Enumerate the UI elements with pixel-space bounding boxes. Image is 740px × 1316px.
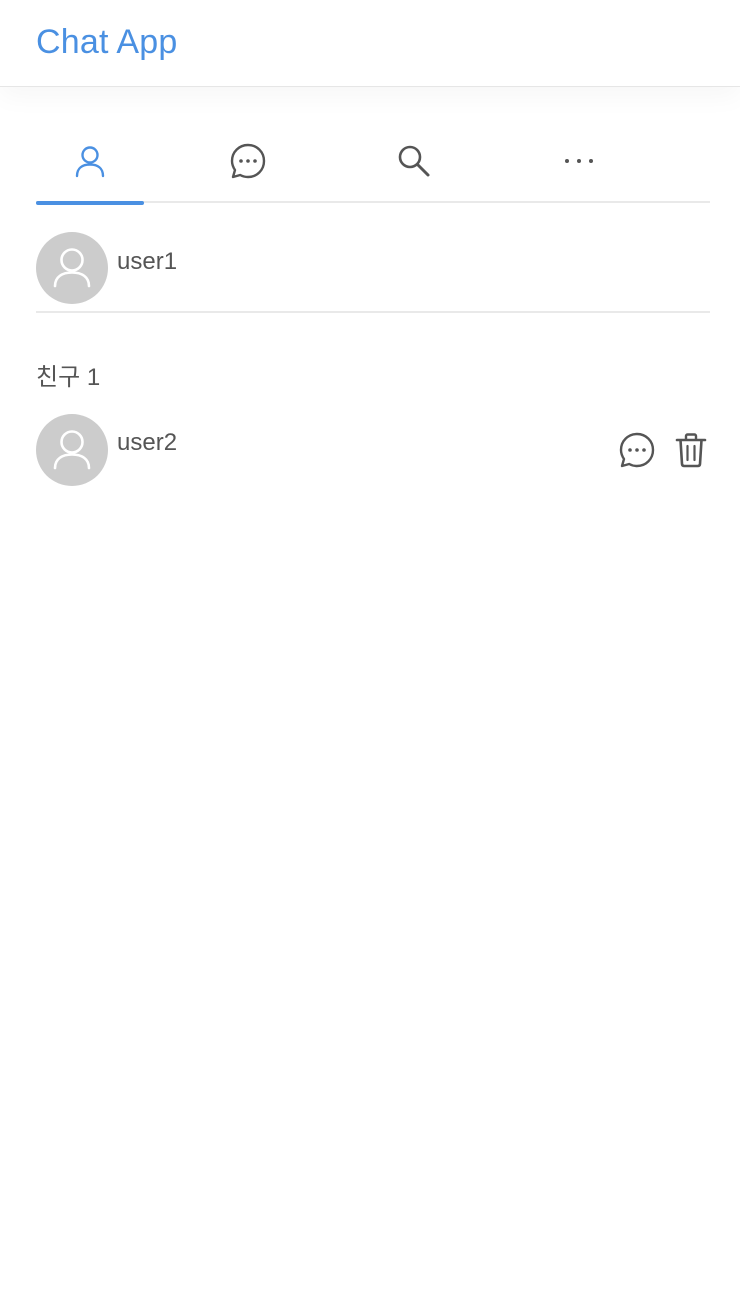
more-icon bbox=[565, 158, 593, 163]
person-icon bbox=[53, 248, 91, 288]
search-icon bbox=[398, 145, 430, 176]
avatar bbox=[36, 232, 108, 304]
tab-search[interactable] bbox=[360, 118, 468, 203]
tab-friends[interactable] bbox=[36, 118, 144, 205]
tab-more[interactable] bbox=[525, 118, 633, 203]
app-header: Chat App bbox=[0, 0, 740, 87]
avatar bbox=[36, 414, 108, 486]
app-title: Chat App bbox=[36, 23, 178, 61]
trash-icon bbox=[675, 433, 707, 468]
chat-bubble-icon bbox=[230, 143, 266, 178]
profile-username: user1 bbox=[117, 248, 178, 275]
person-icon bbox=[53, 430, 91, 470]
delete-friend-button[interactable] bbox=[670, 429, 712, 471]
chat-with-friend-button[interactable] bbox=[616, 429, 658, 471]
chat-bubble-icon bbox=[619, 432, 655, 468]
friend-username: user2 bbox=[117, 429, 178, 456]
divider bbox=[36, 311, 710, 313]
tab-chats[interactable] bbox=[194, 118, 302, 203]
tab-bar bbox=[36, 118, 710, 205]
friends-section-label: 친구 1 bbox=[36, 364, 101, 391]
person-icon bbox=[75, 145, 105, 177]
